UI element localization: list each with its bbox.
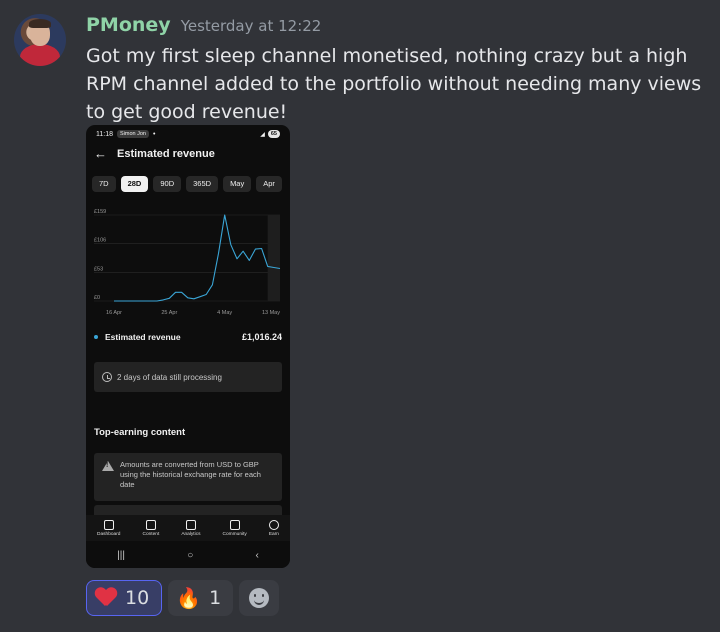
nav-item-analytics[interactable]: Analytics: [181, 519, 201, 537]
notice-text: Amounts are converted from USD to GBP us…: [120, 460, 261, 489]
range-chip-7d[interactable]: 7D: [92, 176, 116, 192]
warning-icon: [102, 461, 114, 471]
reaction-button[interactable]: 10: [86, 580, 163, 616]
series-dot-icon: [94, 335, 98, 339]
nav-item-dashboard[interactable]: Dashboard: [97, 519, 121, 537]
processing-shade: [267, 215, 280, 301]
revenue-chart: £159 £106 £53 £0 16 Apr 25 Apr 4 May 13 May: [94, 209, 281, 316]
x-tick-label: 13 May: [262, 310, 280, 316]
metric-value: £1,016.24: [241, 332, 282, 342]
earn-icon: [268, 519, 279, 530]
fire-icon: 🔥: [176, 586, 202, 610]
notification-pill: Simon Jon: [117, 130, 149, 138]
nav-label: Content: [142, 531, 160, 537]
dashboard-icon: [103, 519, 114, 530]
message-text: Got my first sleep channel monetised, no…: [86, 45, 702, 123]
system-nav: ||| ○ ‹: [86, 543, 290, 568]
reactions-bar: 10 🔥 1: [86, 580, 280, 616]
community-icon: [229, 519, 240, 530]
nav-label: Community: [222, 531, 247, 537]
nav-item-community[interactable]: Community: [222, 519, 247, 537]
y-tick-label: £106: [94, 238, 106, 244]
range-chip-28d[interactable]: 28D: [120, 176, 149, 192]
range-chip-90d[interactable]: 90D: [153, 176, 182, 192]
content-card-peek: [94, 505, 282, 515]
clock-icon: [102, 372, 112, 382]
bottom-nav: Dashboard Content Analytics Community Earn: [86, 515, 290, 541]
reaction-count: 1: [209, 587, 222, 609]
timestamp: Yesterday at 12:22: [180, 17, 322, 35]
content-icon: [145, 519, 156, 530]
back-icon[interactable]: ‹: [256, 550, 259, 561]
x-tick-label: 4 May: [217, 310, 232, 316]
y-tick-label: £0: [94, 295, 100, 301]
attached-screenshot[interactable]: 11:18 Simon Jon • ◢ 65 ← Estimated reven…: [86, 125, 290, 568]
heart-icon: [95, 588, 117, 608]
metric-row[interactable]: Estimated revenue £1,016.24: [94, 332, 282, 342]
y-tick-label: £53: [94, 266, 103, 272]
smiley-icon: [249, 588, 270, 608]
status-time: 11:18: [96, 130, 113, 138]
processing-banner: 2 days of data still processing: [94, 362, 282, 392]
series-line: [114, 214, 281, 302]
x-tick-label: 16 Apr: [106, 310, 122, 316]
analytics-icon: [185, 519, 196, 530]
metric-label: Estimated revenue: [105, 332, 181, 342]
home-icon[interactable]: ○: [187, 550, 193, 561]
back-arrow-icon[interactable]: ←: [94, 146, 107, 161]
range-chip-apr[interactable]: Apr: [256, 176, 282, 192]
signal-icon: ◢: [260, 131, 265, 138]
nav-label: Dashboard: [97, 531, 121, 537]
message-header: PMoney Yesterday at 12:22: [86, 14, 321, 36]
y-tick-label: £159: [94, 209, 106, 215]
x-tick-label: 25 Apr: [161, 310, 177, 316]
nav-label: Analytics: [181, 531, 201, 537]
nav-label: Earn: [268, 531, 279, 537]
exchange-rate-notice: Amounts are converted from USD to GBP us…: [94, 453, 282, 501]
recents-icon[interactable]: |||: [117, 550, 125, 561]
nav-item-content[interactable]: Content: [142, 519, 160, 537]
section-title: Top-earning content: [94, 427, 186, 438]
battery-icon: 65: [267, 130, 280, 138]
username[interactable]: PMoney: [86, 14, 171, 36]
range-chip-365d[interactable]: 365D: [186, 176, 219, 192]
range-chips: 7D 28D 90D 365D May Apr: [92, 176, 290, 192]
range-chip-may[interactable]: May: [223, 176, 252, 192]
processing-text: 2 days of data still processing: [117, 372, 222, 382]
page-title: Estimated revenue: [117, 147, 215, 160]
avatar[interactable]: [14, 14, 66, 66]
add-reaction-button[interactable]: [239, 580, 280, 616]
dot-icon: •: [153, 130, 156, 138]
reaction-button[interactable]: 🔥 1: [168, 580, 234, 616]
reaction-count: 10: [125, 587, 150, 609]
phone-status-bar: 11:18 Simon Jon • ◢ 65: [86, 125, 290, 143]
nav-item-earn[interactable]: Earn: [268, 519, 279, 537]
